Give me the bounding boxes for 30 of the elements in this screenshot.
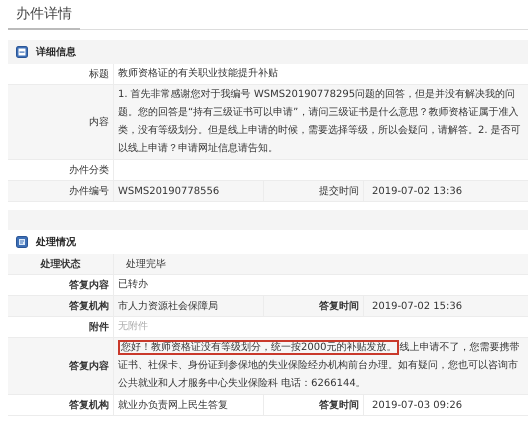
field-label: 附件 (89, 320, 109, 334)
page-title: 办件详情 (16, 6, 72, 22)
collapse-icon[interactable] (16, 46, 28, 58)
field-value: 2019-07-02 13:36 (372, 184, 462, 198)
field-value: 就业办负责网上民生答复 (118, 398, 228, 412)
field-label: 提交时间 (319, 184, 359, 198)
section-title: 处理情况 (36, 236, 76, 250)
field-value: 1. 首先非常感谢您对于我编号 WSMS20190778295问题的回答，但是并没有解决我的问题。您的回答是“持有三级证书可以申请”，请问三级证书是什么意思？教师资格证属于准入类，没有等级划分。但是线上申请的时候，需要选择等级，所以会疑问，请解答。2. 是否可以线上申请？申请网址信息请告知。 (118, 88, 522, 156)
field-label: 办件编号 (69, 184, 109, 198)
field-value: 教师资格证的有关职业技能提升补贴 (118, 66, 278, 81)
field-value: WSMS20190778556 (118, 184, 220, 198)
section-title: 详细信息 (36, 45, 76, 60)
field-value: 无附件 (118, 320, 148, 334)
field-value: 处理完毕 (126, 258, 166, 272)
field-label: 处理状态 (40, 258, 80, 272)
field-label: 答复机构 (69, 300, 109, 314)
field-label: 答复时间 (319, 300, 359, 314)
field-label: 答复时间 (319, 398, 359, 412)
document-icon (16, 236, 28, 248)
field-label: 答复机构 (69, 398, 109, 412)
field-label: 标题 (89, 68, 109, 82)
field-value: 2019-07-02 15:36 (372, 300, 462, 314)
field-label: 答复内容 (69, 359, 109, 374)
field-label: 内容 (89, 116, 109, 130)
field-value: 2019-07-03 09:26 (372, 398, 462, 412)
reply-text: 您好！教师资格证没有等级划分，统一按2000元的补贴发放。 线上申请不了，您需要携带证书、社保卡、身份证到参保地的失业保险经办机构前台办理。如有疑问，您也可以咨询市公共就业和人才服务中心失业保险科 电话：6266144。 (118, 339, 520, 391)
field-label: 办件分类 (69, 164, 109, 178)
field-label: 答复内容 (69, 278, 109, 292)
field-value: 市人力资源社会保障局 (118, 300, 218, 314)
field-value: 已转办 (118, 278, 148, 292)
